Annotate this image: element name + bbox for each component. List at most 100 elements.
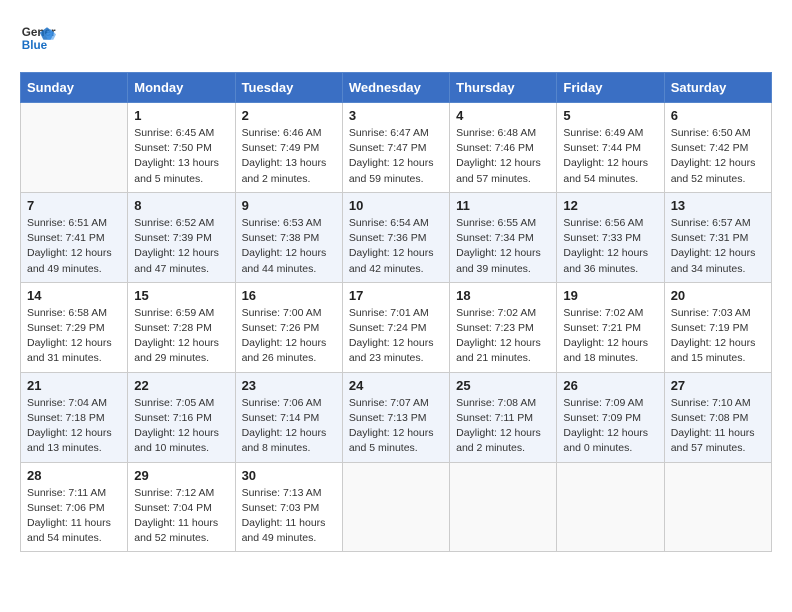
calendar-cell: 21 Sunrise: 7:04 AMSunset: 7:18 PMDayligh… [21, 372, 128, 462]
calendar-cell: 5Sunrise: 6:49 AMSunset: 7:44 PMDaylight… [557, 103, 664, 193]
calendar-cell: 27 Sunrise: 7:10 AMSunset: 7:08 PMDayligh… [664, 372, 771, 462]
day-number: 13 [671, 198, 765, 213]
day-info: Sunrise: 6:52 AMSunset: 7:39 PMDaylight:… [134, 216, 228, 277]
calendar-cell: 13 Sunrise: 6:57 AMSunset: 7:31 PMDayligh… [664, 192, 771, 282]
day-info: Sunrise: 7:02 AMSunset: 7:23 PMDaylight:… [456, 306, 550, 367]
calendar-cell: 26Sunrise: 7:09 AMSunset: 7:09 PMDayligh… [557, 372, 664, 462]
day-number: 5 [563, 108, 657, 123]
calendar-cell: 14 Sunrise: 6:58 AMSunset: 7:29 PMDayligh… [21, 282, 128, 372]
week-row-1: 1 Sunrise: 6:45 AMSunset: 7:50 PMDaylight… [21, 103, 772, 193]
calendar-cell: 7Sunrise: 6:51 AMSunset: 7:41 PMDaylight… [21, 192, 128, 282]
day-info: Sunrise: 7:06 AMSunset: 7:14 PMDaylight:… [242, 396, 336, 457]
day-number: 8 [134, 198, 228, 213]
day-info: Sunrise: 6:56 AMSunset: 7:33 PMDaylight:… [563, 216, 657, 277]
day-number: 22 [134, 378, 228, 393]
calendar-cell: 17 Sunrise: 7:01 AMSunset: 7:24 PMDayligh… [342, 282, 449, 372]
day-info: Sunrise: 7:07 AMSunset: 7:13 PMDaylight:… [349, 396, 443, 457]
calendar-cell: 3Sunrise: 6:47 AMSunset: 7:47 PMDaylight… [342, 103, 449, 193]
day-info: Sunrise: 6:51 AMSunset: 7:41 PMDaylight:… [27, 216, 121, 277]
weekday-header-row: SundayMondayTuesdayWednesdayThursdayFrid… [21, 73, 772, 103]
day-info: Sunrise: 6:59 AMSunset: 7:28 PMDaylight:… [134, 306, 228, 367]
day-info: Sunrise: 7:04 AMSunset: 7:18 PMDaylight:… [27, 396, 121, 457]
day-info: Sunrise: 7:01 AMSunset: 7:24 PMDaylight:… [349, 306, 443, 367]
week-row-2: 7Sunrise: 6:51 AMSunset: 7:41 PMDaylight… [21, 192, 772, 282]
day-number: 21 [27, 378, 121, 393]
calendar-cell: 15 Sunrise: 6:59 AMSunset: 7:28 PMDayligh… [128, 282, 235, 372]
weekday-header-sunday: Sunday [21, 73, 128, 103]
day-number: 20 [671, 288, 765, 303]
weekday-header-tuesday: Tuesday [235, 73, 342, 103]
week-row-5: 28 Sunrise: 7:11 AMSunset: 7:06 PMDayligh… [21, 462, 772, 552]
calendar-cell: 10Sunrise: 6:54 AMSunset: 7:36 PMDayligh… [342, 192, 449, 282]
day-info: Sunrise: 6:45 AMSunset: 7:50 PMDaylight:… [134, 126, 228, 187]
weekday-header-friday: Friday [557, 73, 664, 103]
calendar-table: SundayMondayTuesdayWednesdayThursdayFrid… [20, 72, 772, 552]
day-number: 30 [242, 468, 336, 483]
calendar-cell: 29 Sunrise: 7:12 AMSunset: 7:04 PMDayligh… [128, 462, 235, 552]
day-info: Sunrise: 6:55 AMSunset: 7:34 PMDaylight:… [456, 216, 550, 277]
day-info: Sunrise: 7:09 AMSunset: 7:09 PMDaylight:… [563, 396, 657, 457]
calendar-cell [450, 462, 557, 552]
calendar-cell [664, 462, 771, 552]
day-number: 11 [456, 198, 550, 213]
calendar-cell: 28 Sunrise: 7:11 AMSunset: 7:06 PMDayligh… [21, 462, 128, 552]
week-row-4: 21 Sunrise: 7:04 AMSunset: 7:18 PMDayligh… [21, 372, 772, 462]
day-info: Sunrise: 7:00 AMSunset: 7:26 PMDaylight:… [242, 306, 336, 367]
calendar-cell: 6 Sunrise: 6:50 AMSunset: 7:42 PMDaylight… [664, 103, 771, 193]
calendar-cell: 30 Sunrise: 7:13 AMSunset: 7:03 PMDayligh… [235, 462, 342, 552]
day-number: 23 [242, 378, 336, 393]
day-number: 17 [349, 288, 443, 303]
calendar-cell: 9Sunrise: 6:53 AMSunset: 7:38 PMDaylight… [235, 192, 342, 282]
calendar-cell: 18Sunrise: 7:02 AMSunset: 7:23 PMDayligh… [450, 282, 557, 372]
day-number: 16 [242, 288, 336, 303]
day-number: 6 [671, 108, 765, 123]
day-info: Sunrise: 7:02 AMSunset: 7:21 PMDaylight:… [563, 306, 657, 367]
weekday-header-monday: Monday [128, 73, 235, 103]
day-info: Sunrise: 6:50 AMSunset: 7:42 PMDaylight:… [671, 126, 765, 187]
calendar-cell: 23 Sunrise: 7:06 AMSunset: 7:14 PMDayligh… [235, 372, 342, 462]
day-info: Sunrise: 6:57 AMSunset: 7:31 PMDaylight:… [671, 216, 765, 277]
weekday-header-thursday: Thursday [450, 73, 557, 103]
day-info: Sunrise: 7:12 AMSunset: 7:04 PMDaylight:… [134, 486, 228, 547]
day-number: 1 [134, 108, 228, 123]
day-number: 19 [563, 288, 657, 303]
day-info: Sunrise: 7:08 AMSunset: 7:11 PMDaylight:… [456, 396, 550, 457]
day-info: Sunrise: 7:03 AMSunset: 7:19 PMDaylight:… [671, 306, 765, 367]
calendar-cell: 8 Sunrise: 6:52 AMSunset: 7:39 PMDaylight… [128, 192, 235, 282]
calendar-cell: 16 Sunrise: 7:00 AMSunset: 7:26 PMDayligh… [235, 282, 342, 372]
calendar-cell [21, 103, 128, 193]
page-header: General Blue [20, 20, 772, 56]
calendar-cell: 4 Sunrise: 6:48 AMSunset: 7:46 PMDaylight… [450, 103, 557, 193]
day-number: 24 [349, 378, 443, 393]
weekday-header-saturday: Saturday [664, 73, 771, 103]
day-number: 9 [242, 198, 336, 213]
day-number: 14 [27, 288, 121, 303]
day-info: Sunrise: 6:54 AMSunset: 7:36 PMDaylight:… [349, 216, 443, 277]
logo-icon: General Blue [20, 20, 56, 56]
calendar-cell: 11 Sunrise: 6:55 AMSunset: 7:34 PMDayligh… [450, 192, 557, 282]
calendar-cell: 20 Sunrise: 7:03 AMSunset: 7:19 PMDayligh… [664, 282, 771, 372]
svg-text:Blue: Blue [22, 39, 48, 52]
day-number: 12 [563, 198, 657, 213]
day-info: Sunrise: 7:11 AMSunset: 7:06 PMDaylight:… [27, 486, 121, 547]
weekday-header-wednesday: Wednesday [342, 73, 449, 103]
day-number: 4 [456, 108, 550, 123]
calendar-cell: 24 Sunrise: 7:07 AMSunset: 7:13 PMDayligh… [342, 372, 449, 462]
calendar-cell: 22 Sunrise: 7:05 AMSunset: 7:16 PMDayligh… [128, 372, 235, 462]
day-number: 29 [134, 468, 228, 483]
calendar-cell: 2Sunrise: 6:46 AMSunset: 7:49 PMDaylight… [235, 103, 342, 193]
day-info: Sunrise: 6:48 AMSunset: 7:46 PMDaylight:… [456, 126, 550, 187]
day-info: Sunrise: 7:13 AMSunset: 7:03 PMDaylight:… [242, 486, 336, 547]
day-number: 15 [134, 288, 228, 303]
day-number: 27 [671, 378, 765, 393]
day-info: Sunrise: 7:05 AMSunset: 7:16 PMDaylight:… [134, 396, 228, 457]
day-info: Sunrise: 6:46 AMSunset: 7:49 PMDaylight:… [242, 126, 336, 187]
day-number: 28 [27, 468, 121, 483]
day-info: Sunrise: 6:47 AMSunset: 7:47 PMDaylight:… [349, 126, 443, 187]
week-row-3: 14 Sunrise: 6:58 AMSunset: 7:29 PMDayligh… [21, 282, 772, 372]
day-number: 25 [456, 378, 550, 393]
calendar-cell: 1 Sunrise: 6:45 AMSunset: 7:50 PMDaylight… [128, 103, 235, 193]
day-info: Sunrise: 7:10 AMSunset: 7:08 PMDaylight:… [671, 396, 765, 457]
calendar-cell [557, 462, 664, 552]
day-info: Sunrise: 6:58 AMSunset: 7:29 PMDaylight:… [27, 306, 121, 367]
